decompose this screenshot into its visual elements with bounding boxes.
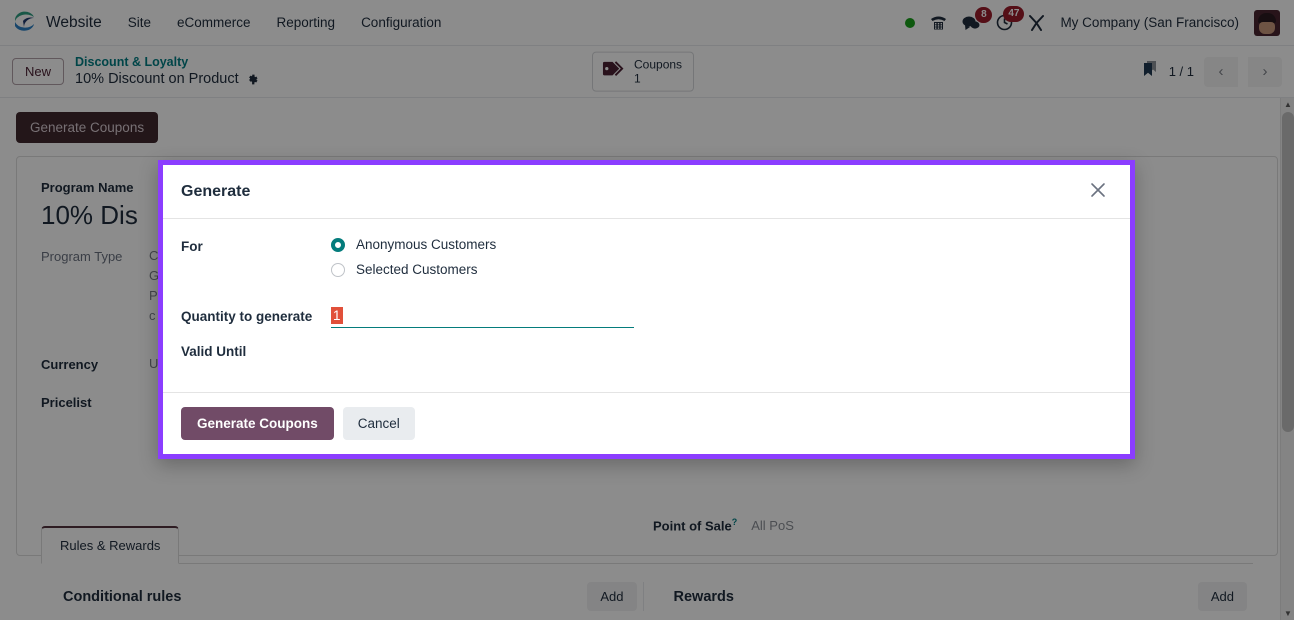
dialog-header: Generate bbox=[163, 165, 1130, 219]
radio-anonymous-customers-label: Anonymous Customers bbox=[356, 237, 497, 252]
dialog-body: For Anonymous Customers Selected Custome… bbox=[163, 219, 1130, 392]
radio-anonymous-customers[interactable]: Anonymous Customers bbox=[331, 237, 496, 252]
app-root: Website Site eCommerce Reporting Configu… bbox=[0, 0, 1294, 620]
valid-until-input[interactable] bbox=[331, 342, 634, 362]
field-label-valid-until: Valid Until bbox=[181, 344, 247, 359]
dialog-footer: Generate Coupons Cancel bbox=[163, 392, 1130, 454]
radio-anonymous-customers-indicator[interactable] bbox=[331, 237, 345, 252]
for-radio-group: Anonymous Customers Selected Customers bbox=[331, 237, 496, 277]
radio-selected-customers-label: Selected Customers bbox=[356, 262, 478, 277]
dialog-title: Generate bbox=[181, 182, 251, 200]
radio-selected-customers[interactable]: Selected Customers bbox=[331, 262, 496, 277]
close-icon[interactable] bbox=[1084, 178, 1112, 206]
field-for: For Anonymous Customers Selected Custome… bbox=[181, 237, 1112, 277]
quantity-input-value: 1 bbox=[331, 307, 343, 324]
cancel-button[interactable]: Cancel bbox=[342, 407, 415, 440]
field-label-for: For bbox=[181, 239, 203, 254]
field-valid-until: Valid Until bbox=[181, 342, 1112, 362]
radio-selected-customers-indicator[interactable] bbox=[331, 262, 345, 277]
field-label-quantity: Quantity to generate bbox=[181, 309, 313, 324]
field-quantity-to-generate: Quantity to generate 1 bbox=[181, 307, 1112, 328]
generate-dialog: Generate For Anonymous Customers Selecte… bbox=[158, 160, 1135, 459]
confirm-generate-coupons-button[interactable]: Generate Coupons bbox=[181, 407, 334, 440]
quantity-input[interactable]: 1 bbox=[331, 307, 634, 328]
